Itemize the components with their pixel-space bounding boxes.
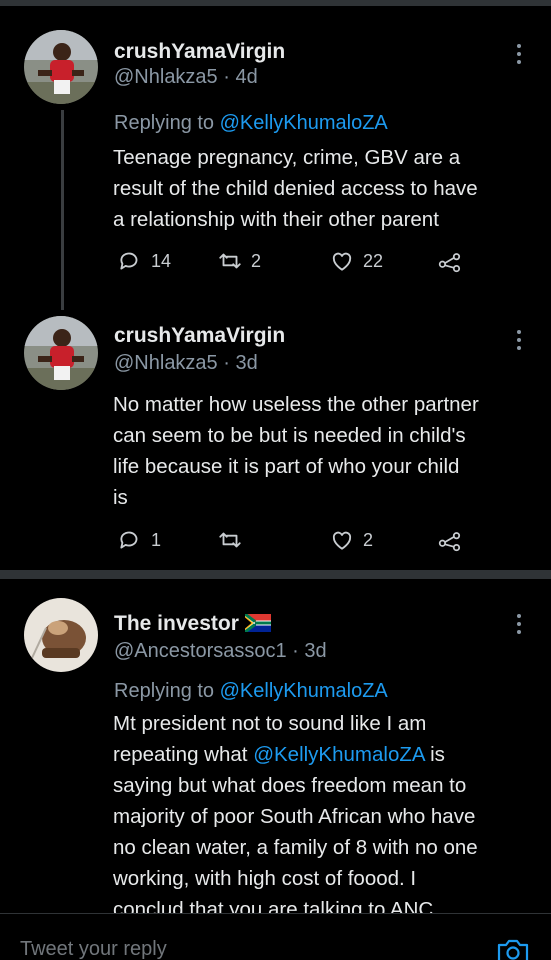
section-divider: [0, 570, 551, 579]
tweet[interactable]: The investor @Ancestorsassoc1 · 3d Reply…: [0, 579, 551, 913]
replying-to-label: Replying to: [114, 112, 220, 134]
tweet-text-line: working, with high cost of foood. I: [113, 867, 417, 890]
more-options-icon[interactable]: [516, 330, 522, 356]
share-button[interactable]: [437, 246, 463, 276]
display-name[interactable]: crushYamaVirgin: [114, 324, 285, 348]
share-icon: [438, 532, 461, 552]
reply-icon: [120, 252, 138, 270]
more-options-icon[interactable]: [516, 44, 522, 70]
like-count: 2: [363, 529, 374, 550]
tweet-text: Teenage pregnancy, crime, GBV are a resu…: [113, 142, 533, 235]
like-button[interactable]: 22: [329, 246, 383, 276]
tweet[interactable]: crushYamaVirgin @Nhlakza5 · 3d No matter…: [0, 310, 551, 570]
text-segment: repeating what: [113, 743, 254, 766]
reply-input[interactable]: Tweet your reply: [20, 938, 167, 960]
display-name-text: The investor: [114, 612, 239, 635]
tweet-actions: 14 2 22: [113, 246, 533, 276]
reply-icon: [120, 531, 138, 549]
retweet-button[interactable]: 2: [217, 246, 261, 276]
retweet-icon: [219, 253, 241, 269]
tweet-text-line: Teenage pregnancy, crime, GBV are a: [113, 146, 461, 169]
mention-link[interactable]: @KellyKhumaloZA: [220, 680, 388, 702]
avatar[interactable]: [24, 30, 98, 104]
tweet-text-line: repeating what @KellyKhumaloZA is: [113, 739, 533, 770]
tweet-text-line: Mt president not to sound like I am: [113, 712, 427, 735]
replying-to: Replying to @KellyKhumaloZA: [114, 112, 388, 135]
reply-count: 14: [151, 250, 172, 271]
avatar[interactable]: [24, 598, 98, 672]
camera-icon[interactable]: [496, 936, 530, 960]
reply-count: 1: [151, 529, 162, 550]
south-africa-flag-icon: [244, 614, 271, 632]
tweet-text-line: a relationship with their other parent: [113, 208, 439, 231]
tweet[interactable]: crushYamaVirgin @Nhlakza5 · 4d Replying …: [0, 0, 551, 310]
retweet-icon: [219, 532, 241, 548]
tweet-actions: 1 2: [113, 525, 533, 555]
reply-button[interactable]: 1: [117, 525, 161, 555]
tweet-text-line: can seem to be but is needed in child's: [113, 424, 466, 447]
avatar[interactable]: [24, 316, 98, 390]
tweet-text: No matter how useless the other partner …: [113, 389, 533, 513]
retweet-count: 2: [251, 250, 262, 271]
handle-and-time[interactable]: @Ancestorsassoc1 · 3d: [114, 640, 327, 663]
share-icon: [438, 253, 461, 273]
mention-link[interactable]: @KellyKhumaloZA: [220, 112, 388, 134]
heart-icon: [332, 252, 352, 271]
reply-composer[interactable]: Tweet your reply: [0, 913, 551, 960]
heart-icon: [332, 531, 352, 550]
tweet-text: Mt president not to sound like I am repe…: [113, 708, 533, 913]
share-button[interactable]: [437, 525, 463, 555]
more-options-icon[interactable]: [516, 614, 522, 640]
tweet-text-line: majority of poor South African who have: [113, 805, 476, 828]
handle-and-time[interactable]: @Nhlakza5 · 4d: [114, 66, 258, 89]
reply-button[interactable]: 14: [117, 246, 171, 276]
like-count: 22: [363, 250, 384, 271]
tweet-text-line: result of the child denied access to hav…: [113, 177, 478, 200]
replying-to: Replying to @KellyKhumaloZA: [114, 680, 388, 703]
tweet-text-line: conclud that you are talking to ANC: [113, 898, 434, 913]
thread-line: [61, 110, 64, 310]
tweet-text-line: no clean water, a family of 8 with no on…: [113, 836, 478, 859]
tweet-text-line: life because it is part of who your chil…: [113, 455, 460, 478]
tweet-text-line: No matter how useless the other partner: [113, 393, 479, 416]
handle-and-time[interactable]: @Nhlakza5 · 3d: [114, 352, 258, 375]
replying-to-label: Replying to: [114, 680, 220, 702]
retweet-button[interactable]: [217, 525, 251, 555]
text-segment: is: [424, 743, 445, 766]
display-name[interactable]: The investor: [114, 612, 271, 636]
display-name[interactable]: crushYamaVirgin: [114, 40, 285, 64]
like-button[interactable]: 2: [329, 525, 373, 555]
mention-link[interactable]: @KellyKhumaloZA: [253, 743, 424, 766]
tweet-text-line: is: [113, 486, 128, 509]
tweet-text-line: saying but what does freedom mean to: [113, 774, 467, 797]
